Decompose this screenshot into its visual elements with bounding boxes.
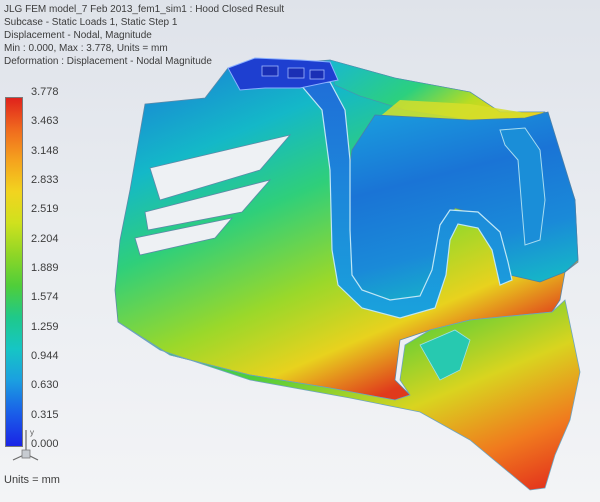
fem-hood-contour-model[interactable] <box>0 0 600 502</box>
coordinate-triad-icon: y <box>12 428 39 461</box>
triad-axis-label: y <box>30 428 34 437</box>
hinge-slot-1 <box>261 65 279 77</box>
hinge-slot-2 <box>287 67 305 79</box>
hinge-slot-3 <box>309 69 325 80</box>
